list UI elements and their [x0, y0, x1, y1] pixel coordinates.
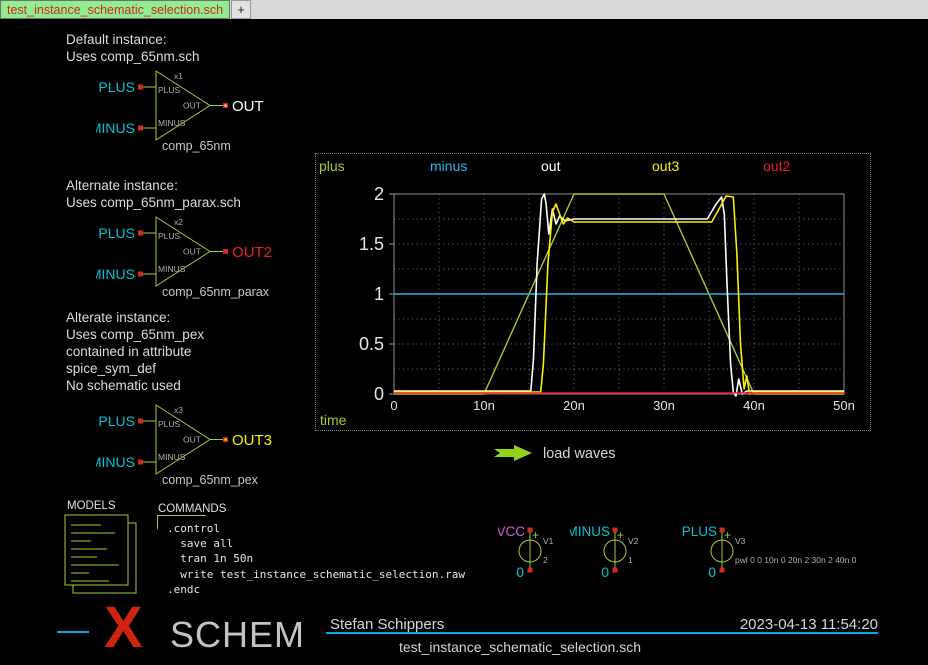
pin-minus [138, 126, 143, 131]
net-label-plus[interactable]: PLUS [98, 225, 135, 241]
legend-plus: plus [319, 158, 345, 174]
svg-text:50n: 50n [833, 398, 855, 413]
designator: V1 [543, 536, 554, 546]
net-label-minus[interactable]: MINUS [96, 454, 135, 470]
svg-text:2: 2 [374, 184, 384, 204]
net-label-minus[interactable]: MINUS [96, 120, 135, 136]
net-label-out[interactable]: OUT [232, 98, 264, 115]
command-line: tran 1n 50n [167, 551, 253, 566]
pin-name-minus: MINUS [158, 118, 186, 128]
command-line: .control [167, 521, 220, 536]
pin-minus [138, 460, 143, 465]
designator: V3 [735, 536, 746, 546]
load-waves-launcher[interactable]: load waves [543, 446, 616, 462]
svg-text:0.5: 0.5 [359, 334, 384, 354]
author-name: Stefan Schippers [330, 616, 444, 633]
title-underline [326, 632, 878, 634]
comparator-instance-x1[interactable]: x1 PLUS MINUS OUT PLUS MINUS OUT comp_65… [96, 60, 296, 156]
designator: x2 [174, 217, 183, 227]
symbol-name: comp_65nm_parax [162, 285, 270, 299]
legend-minus: minus [430, 158, 467, 174]
net-label-vcc[interactable]: VCC [498, 524, 525, 539]
tab-current[interactable]: test_instance_schematic_selection.sch [0, 0, 230, 19]
pin-name-out: OUT [183, 101, 201, 111]
waveform-graph[interactable]: 0 0.5 1 1.5 2 0 10n 20n 30n 40n 50n plus minus out ou… [315, 153, 871, 431]
launcher-arrow-icon[interactable] [494, 444, 540, 462]
svg-text:1: 1 [374, 284, 384, 304]
net-label-out[interactable]: OUT2 [232, 244, 272, 261]
instance3-caption: Alterate instance: Uses comp_65nm_pex co… [66, 309, 204, 394]
symbol-name: comp_65nm_pex [162, 473, 259, 487]
svg-text:0: 0 [374, 384, 384, 404]
net-label-gnd[interactable]: 0 [708, 564, 716, 580]
new-tab-button[interactable]: + [231, 0, 251, 19]
xschem-window: test_instance_schematic_selection.sch + … [0, 0, 928, 665]
pin-bottom [720, 568, 725, 573]
svg-text:0: 0 [390, 398, 397, 413]
legend-out: out [541, 158, 560, 174]
command-line: write test_instance_schematic_selection.… [167, 567, 465, 582]
pin-name-plus: PLUS [158, 85, 181, 95]
legend-out3: out3 [652, 158, 679, 174]
source-value: 1 [628, 555, 633, 565]
net-label-gnd[interactable]: 0 [516, 564, 524, 580]
x-axis-title: time [320, 412, 346, 428]
plus-sign: + [724, 528, 731, 542]
plus-sign: + [617, 528, 624, 542]
pin-minus [138, 272, 143, 277]
designator: V2 [628, 536, 639, 546]
pin-name-out: OUT [183, 435, 201, 445]
pin-name-plus: PLUS [158, 419, 181, 429]
timestamp: 2023-04-13 11:54:20 [650, 616, 878, 633]
commands-title: COMMANDS [158, 503, 226, 515]
svg-text:10n: 10n [473, 398, 495, 413]
pin-name-minus: MINUS [158, 264, 186, 274]
xschem-logo-x: X [104, 601, 143, 655]
pin-name-out: OUT [183, 247, 201, 257]
net-label-plus[interactable]: PLUS [98, 79, 135, 95]
net-label-minus[interactable]: MINUS [570, 524, 610, 539]
comparator-instance-x2[interactable]: x2 PLUS MINUS OUT PLUS MINUS OUT2 comp_6… [96, 206, 296, 302]
svg-text:30n: 30n [653, 398, 675, 413]
plus-sign: + [532, 528, 539, 542]
net-label-plus[interactable]: PLUS [98, 413, 135, 429]
xschem-logo-text: SCHEM [170, 617, 305, 653]
tab-bar: test_instance_schematic_selection.sch + [0, 0, 928, 19]
logo-dash [57, 631, 89, 633]
net-label-plus[interactable]: PLUS [682, 524, 717, 539]
source-value: pwl 0 0 10n 0 20n 2 30n 2 40n 0 [735, 555, 857, 565]
command-line: .endc [167, 582, 200, 597]
models-title: MODELS [67, 500, 116, 512]
waveform-plot[interactable]: 0 0.5 1 1.5 2 0 10n 20n 30n 40n 50n [316, 154, 872, 432]
schematic-filename: test_instance_schematic_selection.sch [320, 639, 720, 655]
voltage-source-v2[interactable]: MINUS + V2 1 0 [570, 524, 680, 582]
pin-plus [138, 419, 143, 424]
designator: x3 [174, 405, 183, 415]
pin-bottom [528, 568, 533, 573]
symbol-name: comp_65nm [162, 139, 231, 153]
models-document-icon[interactable] [63, 513, 147, 599]
svg-text:20n: 20n [563, 398, 585, 413]
svg-text:40n: 40n [743, 398, 765, 413]
source-value: 2 [543, 555, 548, 565]
pin-plus [138, 85, 143, 90]
net-label-out[interactable]: OUT3 [232, 432, 272, 449]
svg-text:1.5: 1.5 [359, 234, 384, 254]
net-label-minus[interactable]: MINUS [96, 266, 135, 282]
voltage-source-v3[interactable]: PLUS + V3 pwl 0 0 10n 0 20n 2 30n 2 40n … [682, 524, 892, 582]
pin-name-minus: MINUS [158, 452, 186, 462]
pin-name-plus: PLUS [158, 231, 181, 241]
tab-label: test_instance_schematic_selection.sch [7, 3, 223, 17]
command-line: save all [167, 536, 233, 551]
pin-bottom [613, 568, 618, 573]
comparator-instance-x3[interactable]: x3 PLUS MINUS OUT PLUS MINUS OUT3 comp_6… [96, 394, 296, 490]
pin-out-core [225, 439, 227, 441]
designator: x1 [174, 71, 183, 81]
legend-out2: out2 [763, 158, 790, 174]
net-label-gnd[interactable]: 0 [601, 564, 609, 580]
pin-out [223, 249, 228, 254]
pin-out-core [225, 105, 227, 107]
pin-plus [138, 231, 143, 236]
